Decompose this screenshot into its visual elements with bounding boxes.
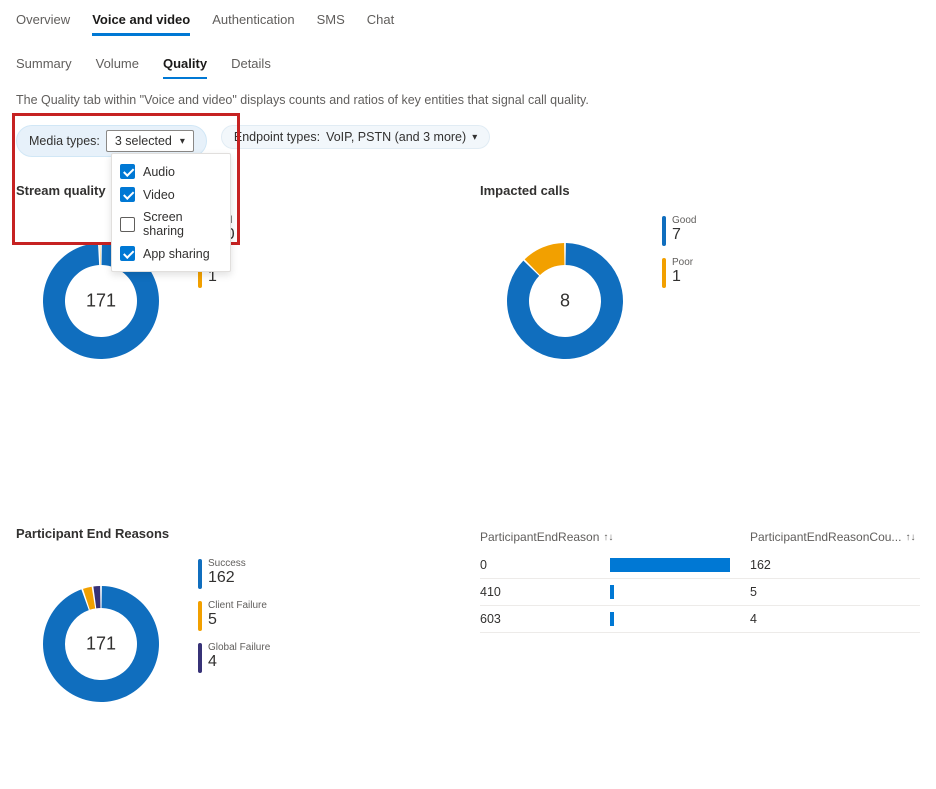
legend-item: Success162 <box>198 559 270 589</box>
chevron-down-icon: ▾ <box>180 136 185 147</box>
table-cell-reason: 410 <box>480 585 610 599</box>
table-header-count[interactable]: ParticipantEndReasonCou... <box>750 530 901 544</box>
impacted-calls-title: Impacted calls <box>480 183 920 198</box>
legend-value: 4 <box>208 653 270 671</box>
count-bar <box>610 558 730 572</box>
media-types-select[interactable]: 3 selected ▾ <box>106 130 194 152</box>
media-option-video[interactable]: Video <box>118 183 224 206</box>
media-option-app-sharing[interactable]: App sharing <box>118 242 224 265</box>
option-label: Video <box>143 188 175 202</box>
participant-end-reasons-legend: Success162 Client Failure5 Global Failure4 <box>198 559 270 673</box>
legend-label: Client Failure <box>208 601 267 611</box>
count-bar <box>610 585 614 599</box>
tab-authentication[interactable]: Authentication <box>212 8 294 36</box>
media-option-screen-sharing[interactable]: Screen sharing <box>118 206 224 242</box>
impacted-calls-donut[interactable]: 8 <box>480 216 650 386</box>
table-body: 0 162 410 5 603 4 <box>480 552 920 633</box>
legend-value: 5 <box>208 611 267 629</box>
legend-label: Good <box>672 216 696 226</box>
end-reason-table-card: ParticipantEndReason ↑↓ ParticipantEndRe… <box>480 526 920 729</box>
table-header: ParticipantEndReason ↑↓ ParticipantEndRe… <box>480 526 920 552</box>
table-cell-count: 162 <box>750 558 920 572</box>
legend-item: Global Failure4 <box>198 643 270 673</box>
sort-icon[interactable]: ↑↓ <box>905 532 915 543</box>
sub-tabs: Summary Volume Quality Details <box>16 54 920 79</box>
sort-icon[interactable]: ↑↓ <box>603 532 613 543</box>
stream-quality-title: Stream quality <box>16 183 456 198</box>
media-types-selected-text: 3 selected <box>115 134 172 148</box>
filters-row: Media types: 3 selected ▾ Audio Video Sc… <box>16 125 920 157</box>
subtab-details[interactable]: Details <box>231 54 271 79</box>
subtab-summary[interactable]: Summary <box>16 54 72 79</box>
tab-chat[interactable]: Chat <box>367 8 394 36</box>
legend-color-bar <box>198 559 202 589</box>
endpoint-types-label: Endpoint types: <box>234 130 320 144</box>
legend-value: 162 <box>208 569 246 587</box>
media-option-audio[interactable]: Audio <box>118 160 224 183</box>
legend-color-bar <box>198 643 202 673</box>
legend-label: Poor <box>672 258 693 268</box>
table-row[interactable]: 603 4 <box>480 606 920 633</box>
primary-tabs: Overview Voice and video Authentication … <box>16 8 920 36</box>
legend-label: Success <box>208 559 246 569</box>
checkbox-checked-icon <box>120 246 135 261</box>
stream-quality-card: Stream quality 171 Good170Poor1 <box>16 183 456 386</box>
legend-item: Poor1 <box>662 258 696 288</box>
quality-description: The Quality tab within "Voice and video"… <box>16 93 920 107</box>
legend-color-bar <box>198 601 202 631</box>
table-row[interactable]: 0 162 <box>480 552 920 579</box>
endpoint-types-selected-text: VoIP, PSTN (and 3 more) <box>326 130 466 144</box>
option-label: App sharing <box>143 247 210 261</box>
media-types-label: Media types: <box>29 134 100 148</box>
table-cell-count: 4 <box>750 612 920 626</box>
participant-end-reasons-donut[interactable]: 171 <box>16 559 186 729</box>
legend-color-bar <box>662 216 666 246</box>
subtab-quality[interactable]: Quality <box>163 54 207 79</box>
endpoint-types-filter[interactable]: Endpoint types: VoIP, PSTN (and 3 more) … <box>221 125 490 149</box>
legend-item: Client Failure5 <box>198 601 270 631</box>
checkbox-unchecked-icon <box>120 217 135 232</box>
table-cell-reason: 603 <box>480 612 610 626</box>
option-label: Audio <box>143 165 175 179</box>
participant-end-reasons-title: Participant End Reasons <box>16 526 456 541</box>
participant-end-reasons-card: Participant End Reasons 171 Success162 Cl… <box>16 526 456 729</box>
table-cell-count: 5 <box>750 585 920 599</box>
table-header-reason[interactable]: ParticipantEndReason <box>480 530 599 544</box>
subtab-volume[interactable]: Volume <box>96 54 139 79</box>
legend-item: Good7 <box>662 216 696 246</box>
legend-value: 7 <box>672 226 696 244</box>
donut-slice[interactable] <box>100 243 101 265</box>
checkbox-checked-icon <box>120 164 135 179</box>
count-bar <box>610 612 614 626</box>
tab-overview[interactable]: Overview <box>16 8 70 36</box>
table-cell-reason: 0 <box>480 558 610 572</box>
checkbox-checked-icon <box>120 187 135 202</box>
impacted-calls-total: 8 <box>560 291 570 312</box>
option-label: Screen sharing <box>143 210 222 238</box>
media-types-dropdown: Audio Video Screen sharing App sharing <box>111 153 231 272</box>
legend-value: 1 <box>672 268 693 286</box>
stream-quality-total: 171 <box>86 291 116 312</box>
table-row[interactable]: 410 5 <box>480 579 920 606</box>
legend-label: Global Failure <box>208 643 270 653</box>
tab-sms[interactable]: SMS <box>317 8 345 36</box>
impacted-calls-legend: Good7 Poor1 <box>662 216 696 288</box>
impacted-calls-card: Impacted calls 8 Good7 Poor1 <box>480 183 920 386</box>
participant-end-reasons-total: 171 <box>86 634 116 655</box>
tab-voice-and-video[interactable]: Voice and video <box>92 8 190 36</box>
legend-color-bar <box>662 258 666 288</box>
charts-row-2: Participant End Reasons 171 Success162Cl… <box>16 526 920 729</box>
chevron-down-icon: ▾ <box>472 132 477 143</box>
